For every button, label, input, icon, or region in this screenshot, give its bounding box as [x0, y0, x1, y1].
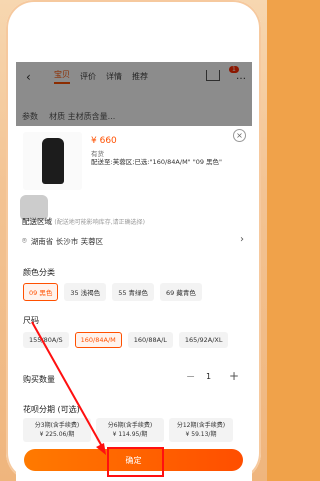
annotation-arrow [31, 321, 106, 455]
arrow-line [31, 321, 105, 451]
arrow-head [96, 443, 106, 455]
highlight-box [107, 447, 164, 477]
